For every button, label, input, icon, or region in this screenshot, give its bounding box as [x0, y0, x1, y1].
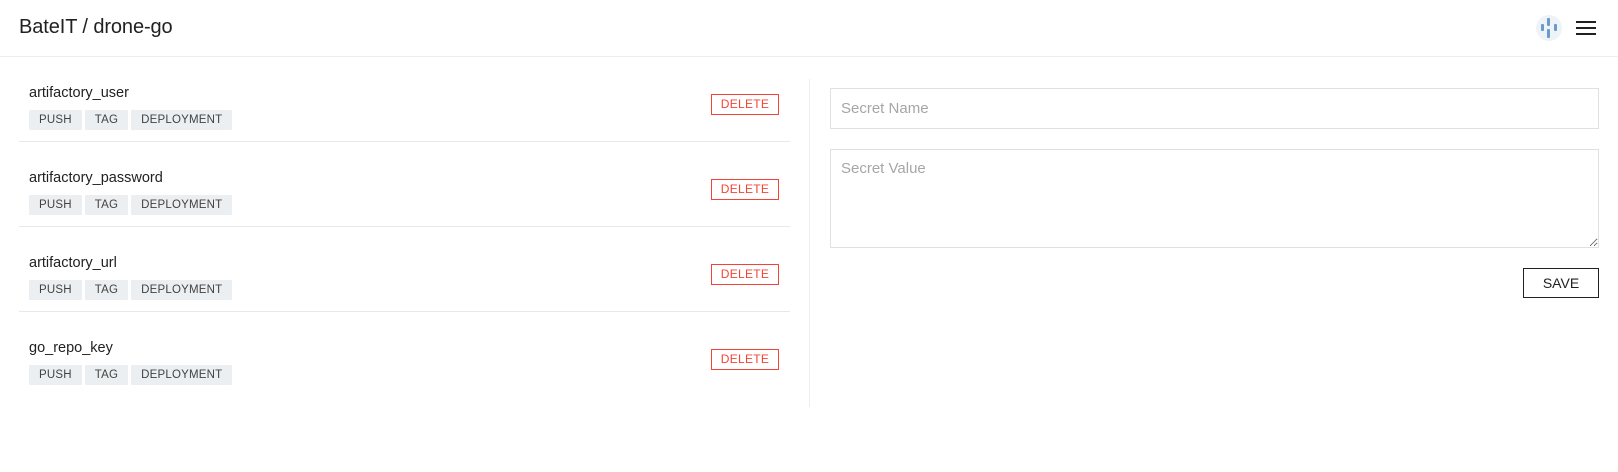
event-tag-deployment: DEPLOYMENT — [131, 195, 233, 215]
event-tag-tag: TAG — [84, 195, 129, 215]
event-tag-tag: TAG — [84, 110, 129, 130]
secret-list: artifactory_user PUSH TAG DEPLOYMENT DEL… — [19, 57, 790, 397]
event-tags: PUSH TAG DEPLOYMENT — [29, 195, 233, 215]
secret-name: go_repo_key — [29, 340, 113, 356]
save-button[interactable]: SAVE — [1523, 268, 1599, 298]
event-tag-push: PUSH — [29, 195, 82, 215]
secret-item: artifactory_user PUSH TAG DEPLOYMENT DEL… — [19, 57, 790, 142]
event-tag-push: PUSH — [29, 365, 82, 385]
event-tag-deployment: DEPLOYMENT — [131, 110, 233, 130]
hamburger-menu-icon[interactable] — [1576, 20, 1596, 36]
user-avatar-icon[interactable] — [1536, 15, 1562, 41]
delete-button[interactable]: DELETE — [711, 264, 779, 285]
page-title: BateIT / drone-go — [19, 16, 173, 38]
secret-item: go_repo_key PUSH TAG DEPLOYMENT DELETE — [19, 312, 790, 397]
secret-name: artifactory_url — [29, 255, 117, 271]
event-tag-push: PUSH — [29, 280, 82, 300]
event-tags: PUSH TAG DEPLOYMENT — [29, 110, 233, 130]
event-tags: PUSH TAG DEPLOYMENT — [29, 365, 233, 385]
event-tag-deployment: DEPLOYMENT — [131, 280, 233, 300]
event-tags: PUSH TAG DEPLOYMENT — [29, 280, 233, 300]
event-tag-tag: TAG — [84, 365, 129, 385]
secret-item: artifactory_password PUSH TAG DEPLOYMENT… — [19, 142, 790, 227]
event-tag-tag: TAG — [84, 280, 129, 300]
delete-button[interactable]: DELETE — [711, 349, 779, 370]
secret-name-input[interactable] — [830, 88, 1599, 129]
event-tag-push: PUSH — [29, 110, 82, 130]
pane-divider — [809, 79, 810, 407]
event-tag-deployment: DEPLOYMENT — [131, 365, 233, 385]
delete-button[interactable]: DELETE — [711, 179, 779, 200]
delete-button[interactable]: DELETE — [711, 94, 779, 115]
secret-name: artifactory_user — [29, 85, 129, 101]
secret-value-textarea[interactable] — [830, 149, 1599, 248]
top-bar: BateIT / drone-go — [0, 0, 1618, 57]
secret-name: artifactory_password — [29, 170, 163, 186]
secret-item: artifactory_url PUSH TAG DEPLOYMENT DELE… — [19, 227, 790, 312]
